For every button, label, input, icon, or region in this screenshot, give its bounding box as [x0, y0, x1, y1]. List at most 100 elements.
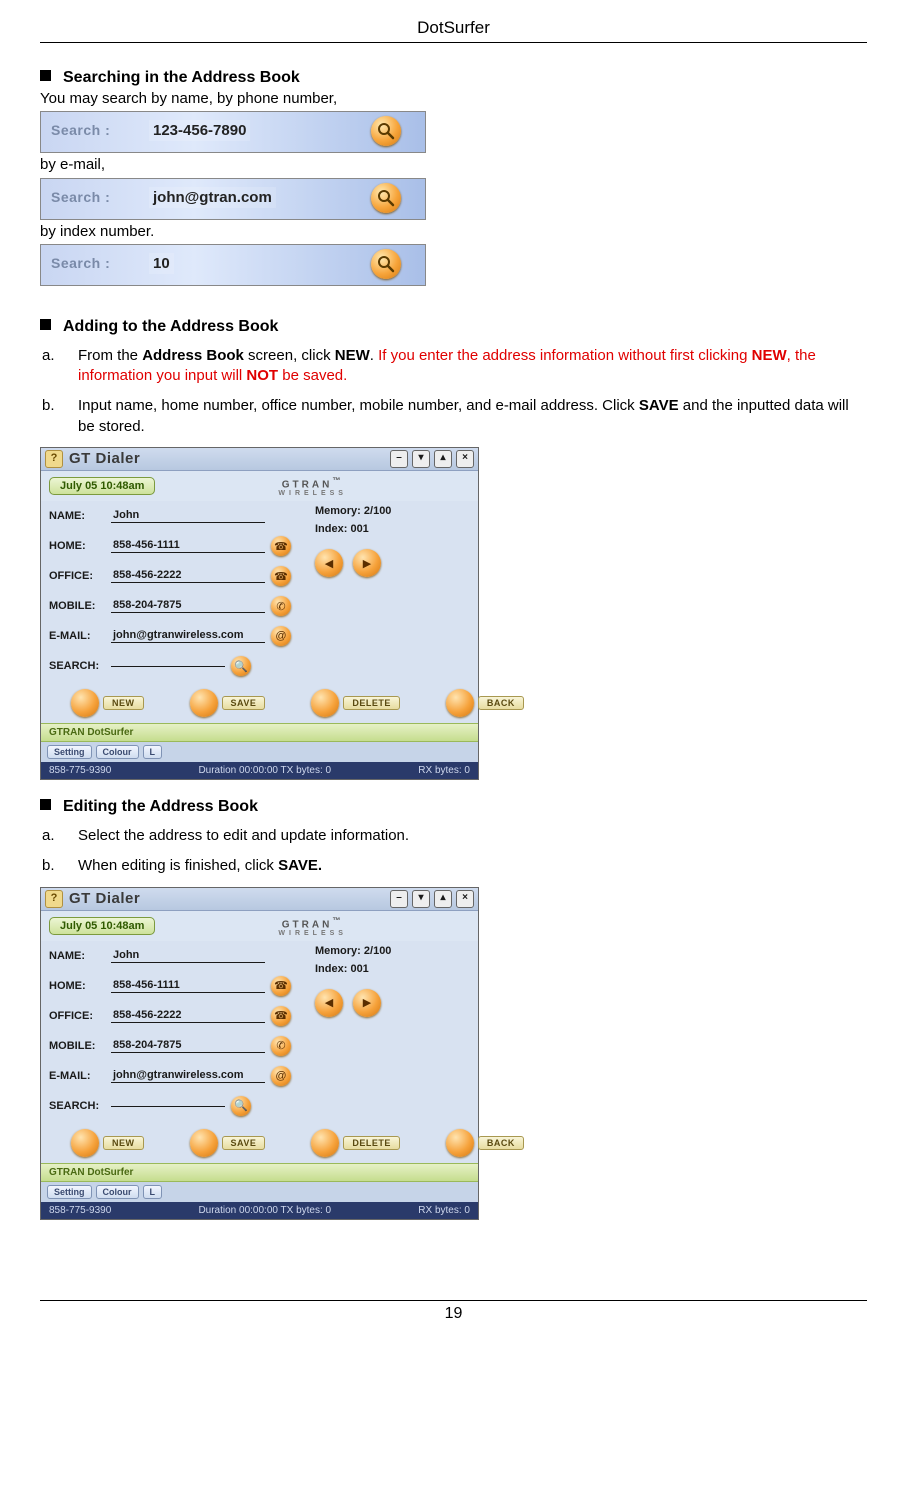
search-icon[interactable]: 🔍 — [231, 656, 251, 676]
titlebar[interactable]: ? GT Dialer – ▾ ▴ × — [41, 888, 478, 911]
heading-searching: Searching in the Address Book — [40, 69, 867, 87]
search-bar-phone[interactable]: Search : 123-456-7890 — [40, 111, 426, 153]
bullet-square-icon — [40, 70, 51, 81]
help-icon[interactable]: ? — [45, 890, 63, 908]
phone-icon[interactable]: ☎ — [271, 536, 291, 556]
prev-button[interactable]: ◀ — [315, 989, 343, 1017]
back-button[interactable]: BACK — [446, 689, 524, 717]
adding-step-a: a. From the Address Book screen, click N… — [40, 346, 867, 387]
next-button[interactable]: ▶ — [353, 989, 381, 1017]
next-button[interactable]: ▶ — [353, 549, 381, 577]
office-field[interactable]: 858-456-2222 — [111, 569, 265, 583]
back-button[interactable]: BACK — [446, 1129, 524, 1157]
search-field[interactable] — [111, 1105, 225, 1107]
status-phone: 858-775-9390 — [49, 765, 111, 776]
heading-editing: Editing the Address Book — [40, 798, 867, 816]
new-button[interactable]: NEW — [71, 689, 144, 717]
delete-button[interactable]: DELETE — [311, 689, 400, 717]
name-field[interactable]: John — [111, 509, 265, 523]
save-button[interactable]: SAVE — [190, 1129, 266, 1157]
new-button[interactable]: NEW — [71, 1129, 144, 1157]
editing-step-b: b. When editing is finished, click SAVE. — [40, 856, 867, 876]
office-field[interactable]: 858-456-2222 — [111, 1009, 265, 1023]
editing-step-a: a. Select the address to edit and update… — [40, 826, 867, 846]
mobile-icon[interactable]: ✆ — [271, 596, 291, 616]
save-button[interactable]: SAVE — [190, 689, 266, 717]
restore-up-icon[interactable]: ▴ — [434, 890, 452, 908]
language-button[interactable]: L — [143, 745, 163, 759]
search-bar-index[interactable]: Search : 10 — [40, 244, 426, 286]
email-label: E-MAIL: — [49, 1070, 111, 1082]
page-number: 19 — [40, 1305, 867, 1323]
delete-icon — [311, 1129, 339, 1157]
delete-icon — [311, 689, 339, 717]
home-label: HOME: — [49, 980, 111, 992]
close-icon[interactable]: × — [456, 450, 474, 468]
home-field[interactable]: 858-456-1111 — [111, 539, 265, 553]
search-value[interactable]: 123-456-7890 — [149, 120, 250, 141]
phone-icon[interactable]: ☎ — [271, 1006, 291, 1026]
search-value[interactable]: john@gtran.com — [149, 187, 276, 208]
search-label: SEARCH: — [49, 1100, 111, 1112]
setting-button[interactable]: Setting — [47, 745, 92, 759]
restore-down-icon[interactable]: ▾ — [412, 450, 430, 468]
minimize-icon[interactable]: – — [390, 890, 408, 908]
email-field[interactable]: john@gtranwireless.com — [111, 629, 265, 643]
window-title: GT Dialer — [69, 890, 390, 907]
status-duration: Duration 00:00:00 TX bytes: 0 — [111, 765, 418, 776]
search-field[interactable] — [111, 665, 225, 667]
footer-rule — [40, 1300, 867, 1301]
help-icon[interactable]: ? — [45, 450, 63, 468]
office-label: OFFICE: — [49, 1010, 111, 1022]
mobile-icon[interactable]: ✆ — [271, 1036, 291, 1056]
name-field[interactable]: John — [111, 949, 265, 963]
adding-step-b: b. Input name, home number, office numbe… — [40, 396, 867, 437]
mobile-field[interactable]: 858-204-7875 — [111, 599, 265, 613]
gt-dialer-window: ? GT Dialer – ▾ ▴ × July 05 10:48am GTRA… — [40, 447, 479, 780]
search-bar-email[interactable]: Search : john@gtran.com — [40, 178, 426, 220]
status-bar: 858-775-9390 Duration 00:00:00 TX bytes:… — [41, 1202, 478, 1219]
office-label: OFFICE: — [49, 570, 111, 582]
search-icon[interactable] — [371, 249, 401, 279]
email-icon[interactable]: @ — [271, 1066, 291, 1086]
email-field[interactable]: john@gtranwireless.com — [111, 1069, 265, 1083]
status-rx: RX bytes: 0 — [418, 1205, 470, 1216]
bullet-square-icon — [40, 799, 51, 810]
titlebar[interactable]: ? GT Dialer – ▾ ▴ × — [41, 448, 478, 471]
prev-button[interactable]: ◀ — [315, 549, 343, 577]
search-value[interactable]: 10 — [149, 253, 174, 274]
by-email-text: by e-mail, — [40, 155, 867, 175]
bullet-square-icon — [40, 319, 51, 330]
close-icon[interactable]: × — [456, 890, 474, 908]
setting-button[interactable]: Setting — [47, 1185, 92, 1199]
search-icon[interactable]: 🔍 — [231, 1096, 251, 1116]
new-icon — [71, 689, 99, 717]
search-icon[interactable] — [371, 116, 401, 146]
language-button[interactable]: L — [143, 1185, 163, 1199]
marquee-text: GTRAN DotSurfer — [41, 723, 478, 742]
colour-button[interactable]: Colour — [96, 1185, 139, 1199]
name-label: NAME: — [49, 510, 111, 522]
email-icon[interactable]: @ — [271, 626, 291, 646]
restore-down-icon[interactable]: ▾ — [412, 890, 430, 908]
search-label: SEARCH: — [49, 660, 111, 672]
memory-label: Memory: 2/100 — [315, 505, 470, 517]
phone-icon[interactable]: ☎ — [271, 976, 291, 996]
mobile-field[interactable]: 858-204-7875 — [111, 1039, 265, 1053]
marquee-text: GTRAN DotSurfer — [41, 1163, 478, 1182]
colour-button[interactable]: Colour — [96, 745, 139, 759]
minimize-icon[interactable]: – — [390, 450, 408, 468]
restore-up-icon[interactable]: ▴ — [434, 450, 452, 468]
new-icon — [71, 1129, 99, 1157]
datetime-chip: July 05 10:48am — [49, 477, 155, 495]
search-icon[interactable] — [371, 183, 401, 213]
home-field[interactable]: 858-456-1111 — [111, 979, 265, 993]
searching-intro: You may search by name, by phone number, — [40, 89, 867, 109]
back-icon — [446, 1129, 474, 1157]
delete-button[interactable]: DELETE — [311, 1129, 400, 1157]
search-label: Search : — [51, 122, 110, 138]
phone-icon[interactable]: ☎ — [271, 566, 291, 586]
mobile-label: MOBILE: — [49, 1040, 111, 1052]
save-icon — [190, 1129, 218, 1157]
status-duration: Duration 00:00:00 TX bytes: 0 — [111, 1205, 418, 1216]
